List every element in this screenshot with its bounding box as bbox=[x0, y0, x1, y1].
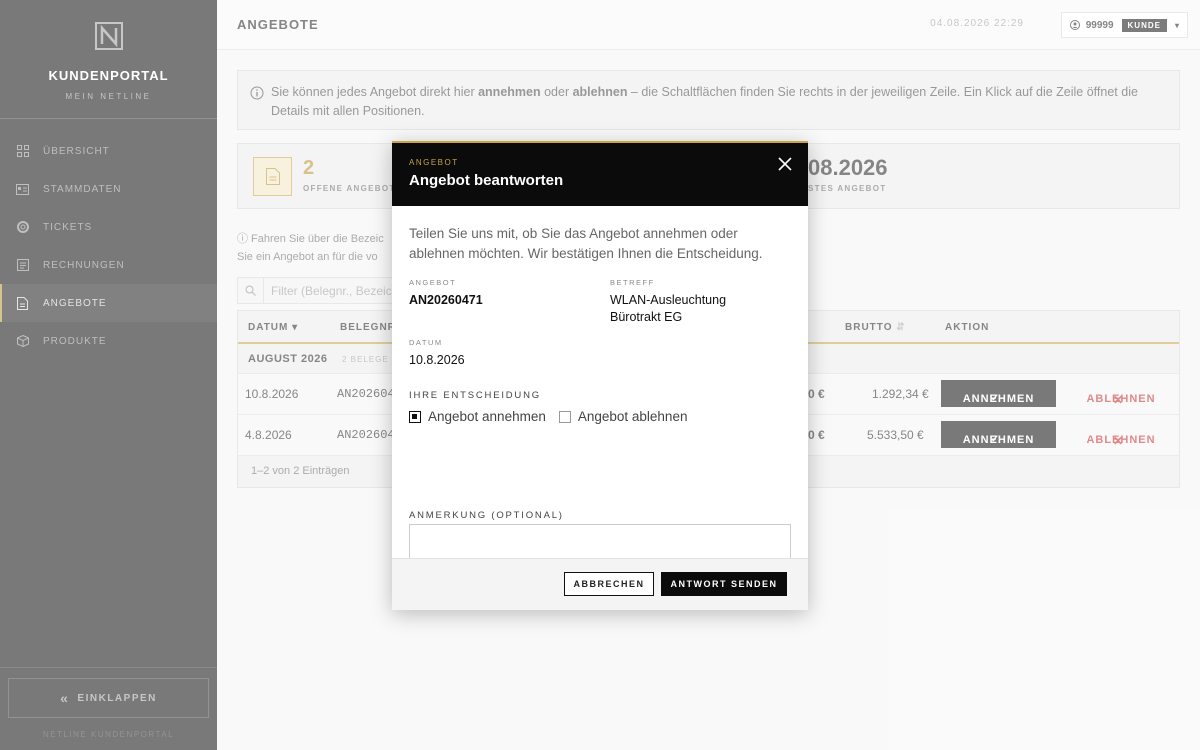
dialog-body: Teilen Sie uns mit, ob Sie das Angebot a… bbox=[392, 206, 808, 591]
reject-option-label[interactable]: Angebot ablehnen bbox=[578, 409, 688, 424]
dialog-title: Angebot beantworten bbox=[409, 172, 564, 189]
field-datum: DATUM 10.8.2026 bbox=[409, 338, 465, 369]
reject-checkbox[interactable] bbox=[558, 410, 571, 423]
decision-label: IHRE ENTSCHEIDUNG bbox=[409, 390, 541, 401]
send-response-button[interactable]: ANTWORT SENDEN bbox=[661, 572, 787, 596]
datum-label: DATUM bbox=[409, 338, 443, 347]
angebot-label: ANGEBOT bbox=[409, 278, 457, 287]
betreff-value: WLAN-Ausleuchtung Bürotrakt EG bbox=[610, 293, 727, 324]
cancel-button[interactable]: ABBRECHEN bbox=[564, 572, 654, 596]
accept-checkbox[interactable] bbox=[409, 410, 421, 423]
close-icon[interactable] bbox=[778, 157, 792, 171]
comment-label: ANMERKUNG (OPTIONAL) bbox=[409, 510, 564, 521]
dialog-intro: Teilen Sie uns mit, ob Sie das Angebot a… bbox=[409, 226, 763, 261]
accept-option-label[interactable]: Angebot annehmen bbox=[428, 409, 546, 424]
dialog-kicker: ANGEBOT bbox=[409, 158, 459, 167]
field-angebot: ANGEBOT AN20260471 bbox=[409, 278, 599, 309]
decision-options: Angebot annehmen Angebot ablehnen bbox=[409, 409, 687, 424]
betreff-label: BETREFF bbox=[610, 278, 655, 287]
dialog-footer: ABBRECHEN ANTWORT SENDEN bbox=[392, 558, 808, 610]
dialog-header: ANGEBOT Angebot beantworten bbox=[392, 143, 808, 206]
angebot-value: AN20260471 bbox=[409, 293, 483, 307]
datum-value: 10.8.2026 bbox=[409, 353, 465, 367]
field-betreff: BETREFF WLAN-Ausleuchtung Bürotrakt EG bbox=[610, 278, 760, 326]
respond-offer-dialog: ANGEBOT Angebot beantworten Teilen Sie u… bbox=[392, 141, 808, 610]
